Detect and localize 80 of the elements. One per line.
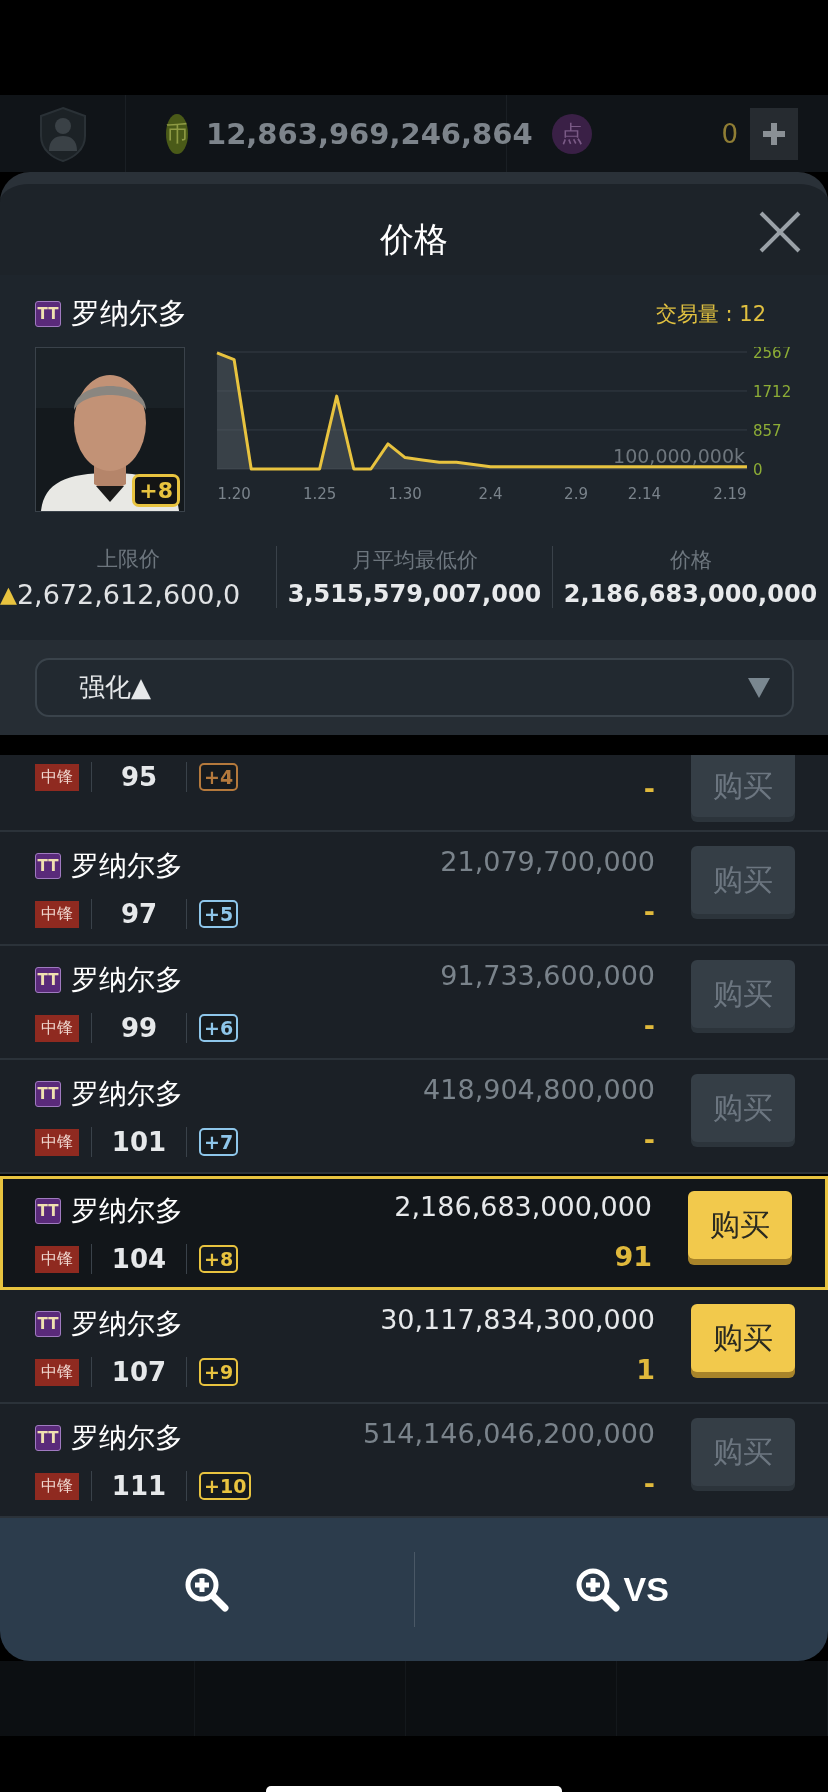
stat-label: 上限价	[96, 545, 160, 573]
position-tag: 中锋	[35, 900, 79, 928]
points-balance: 0	[721, 118, 738, 149]
player-name: 罗纳尔多	[71, 1076, 183, 1112]
season-badge: TT	[35, 301, 61, 327]
position-tag: 中锋	[35, 763, 79, 791]
stat-value: 2,186,683,000,000	[563, 580, 818, 608]
listing-count: -	[643, 1124, 655, 1155]
caret-icon	[748, 677, 770, 698]
trend-up-icon: ▲	[0, 581, 17, 607]
overall-rating: 97	[119, 899, 159, 929]
add-button[interactable]	[750, 107, 798, 160]
grade-badge: +5	[199, 900, 239, 928]
overall-rating: 111	[110, 1471, 168, 1501]
stat-label: 月平均最低价	[351, 547, 478, 574]
plus-icon	[761, 120, 787, 147]
overall-rating: 95	[119, 762, 159, 792]
player-name: 罗纳尔多	[71, 1306, 183, 1342]
position-tag: 中锋	[35, 1358, 79, 1386]
axis-tick-label: 1712	[753, 382, 792, 401]
coin-balance: 12,863,969,246,864	[206, 116, 533, 151]
player-name: 罗纳尔多	[71, 295, 187, 332]
listing-price: 30,117,834,300,000	[380, 1304, 655, 1335]
sort-dropdown[interactable]: 强化▲	[35, 658, 794, 717]
trade-volume: 交易量 : 12	[655, 301, 766, 328]
grade-badge: +8	[199, 1245, 239, 1273]
axis-tick-label: 0	[753, 461, 763, 479]
listing-count: 91	[614, 1241, 652, 1272]
axis-tick-label: 2.19	[713, 485, 747, 503]
position-tag: 中锋	[35, 1014, 79, 1042]
season-badge: TT	[35, 967, 61, 993]
axis-tick-label: 2567	[753, 347, 792, 362]
position-tag: 中锋	[35, 1245, 79, 1273]
listing-price: 514,146,046,200,000	[363, 1418, 655, 1449]
grade-badge: +9	[199, 1358, 239, 1386]
coin-icon: 币	[166, 113, 188, 154]
axis-tick-label: 2.14	[627, 485, 662, 503]
season-badge: TT	[35, 1311, 61, 1337]
axis-tick-label: 1.25	[302, 485, 337, 503]
listing-count: -	[643, 1010, 655, 1041]
grade-badge: +6	[199, 1014, 239, 1042]
grade-badge: +7	[199, 1128, 239, 1156]
position-tag: 中锋	[35, 1472, 79, 1500]
listing-count: -	[643, 896, 655, 927]
stat-value: 3,515,579,007,000	[287, 580, 542, 608]
axis-tick-label: 1.20	[217, 485, 251, 503]
listing-price: 418,904,800,000	[423, 1074, 655, 1105]
player-name: 罗纳尔多	[71, 1193, 183, 1229]
axis-tick-label: 1.30	[388, 485, 422, 503]
axis-tick-label: 2.4	[478, 485, 503, 503]
close-icon	[758, 210, 802, 254]
player-name: 罗纳尔多	[71, 848, 183, 884]
overall-rating: 107	[110, 1357, 168, 1387]
season-badge: TT	[35, 853, 61, 879]
axis-tick-label: 2.9	[564, 485, 588, 503]
player-name: 罗纳尔多	[71, 1420, 183, 1456]
grade-badge: +8	[132, 474, 180, 507]
overall-rating: 101	[110, 1127, 168, 1157]
modal-title: 价格	[380, 217, 448, 261]
season-badge: TT	[35, 1081, 61, 1107]
season-badge: TT	[35, 1198, 61, 1224]
listing-count: -	[643, 1468, 655, 1499]
overall-rating: 104	[110, 1244, 168, 1274]
points-icon: 点	[552, 113, 592, 154]
listing-count: 1	[636, 1354, 655, 1385]
stat-label: 价格	[669, 547, 712, 574]
selected-row-highlight[interactable]: TT 罗纳尔多 2,186,683,000,000 中锋 104 +8 91 购买	[0, 1176, 828, 1290]
axis-unit-label: 100,000,000k	[613, 445, 745, 467]
season-badge: TT	[35, 1425, 61, 1451]
listing-price: 21,079,700,000	[440, 846, 655, 877]
stat-value: 2,672,612,600,0	[16, 578, 241, 610]
listing-price: 2,186,683,000,000	[394, 1191, 652, 1222]
axis-tick-label: 857	[753, 421, 782, 440]
grade-badge: +10	[199, 1472, 252, 1500]
listing-count: -	[643, 773, 655, 804]
overall-rating: 99	[119, 1013, 159, 1043]
player-name: 罗纳尔多	[71, 962, 183, 998]
listing-price: 91,733,600,000	[440, 960, 655, 991]
position-tag: 中锋	[35, 1128, 79, 1156]
grade-badge: +4	[199, 763, 239, 791]
